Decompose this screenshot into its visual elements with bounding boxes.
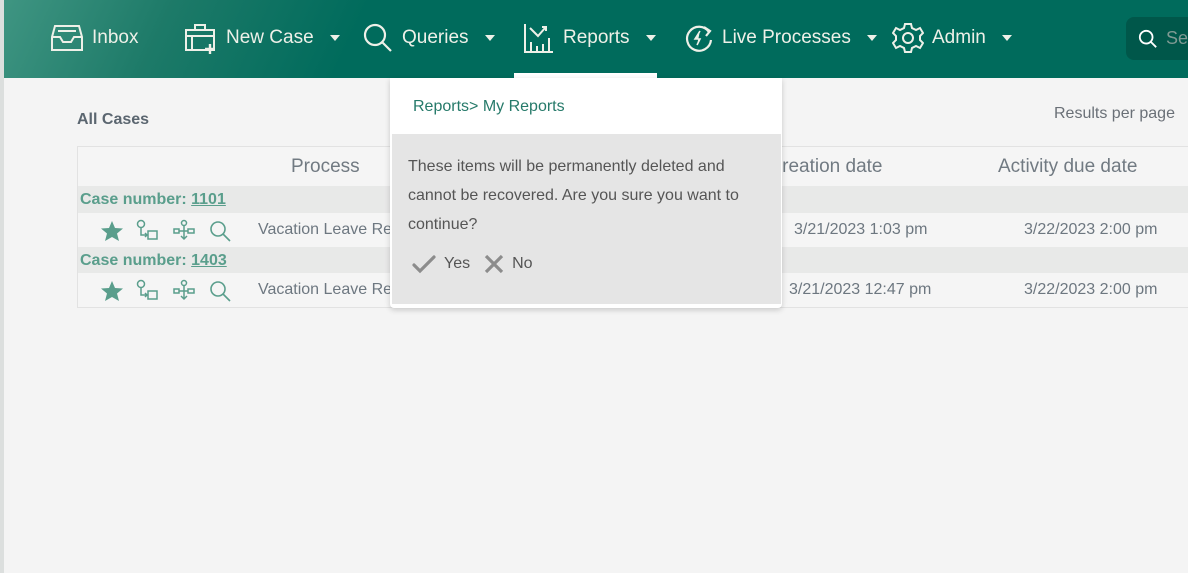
nav-label: Admin bbox=[932, 27, 986, 48]
chevron-down-icon bbox=[866, 35, 877, 41]
activity-flow-icon[interactable] bbox=[136, 219, 160, 243]
case-number-label: Case number: bbox=[80, 252, 192, 269]
creation-date-cell: 3/21/2023 12:47 pm bbox=[789, 281, 932, 298]
case-number-label: Case number: bbox=[80, 191, 192, 208]
due-date-cell: 3/22/2023 2:00 pm bbox=[1024, 221, 1158, 238]
gear-icon bbox=[892, 23, 924, 53]
creation-date-cell: 3/21/2023 1:03 pm bbox=[794, 221, 928, 238]
case-number-link[interactable]: 1101 bbox=[191, 191, 226, 208]
process-map-icon[interactable] bbox=[172, 279, 196, 303]
nav-item-reports[interactable]: Reports bbox=[523, 20, 656, 56]
star-icon[interactable] bbox=[100, 220, 124, 242]
delete-confirmation: These items will be permanently deleted … bbox=[392, 134, 781, 304]
live-process-icon bbox=[685, 25, 713, 52]
no-label: No bbox=[512, 255, 533, 272]
chevron-down-icon bbox=[645, 35, 656, 41]
star-icon[interactable] bbox=[100, 280, 124, 302]
due-date-cell: 3/22/2023 2:00 pm bbox=[1024, 281, 1158, 298]
magnifier-icon[interactable] bbox=[208, 219, 232, 243]
nav-item-queries[interactable]: Queries bbox=[362, 20, 495, 56]
top-navbar: Inbox New Case Queries Reports Live Proc… bbox=[4, 0, 1188, 78]
new-case-icon bbox=[185, 24, 215, 54]
page-title: All Cases bbox=[77, 111, 150, 128]
breadcrumb[interactable]: Reports> My Reports bbox=[413, 98, 565, 116]
nav-label: Reports bbox=[563, 27, 630, 48]
reports-chart-icon bbox=[524, 24, 553, 53]
nav-item-admin[interactable]: Admin bbox=[892, 20, 1012, 56]
activity-flow-icon[interactable] bbox=[136, 279, 160, 303]
close-icon bbox=[484, 254, 504, 274]
yes-button[interactable]: Yes bbox=[412, 254, 470, 274]
chevron-down-icon bbox=[1001, 35, 1012, 41]
case-number-link[interactable]: 1403 bbox=[191, 252, 227, 269]
process-map-icon[interactable] bbox=[172, 219, 196, 243]
chevron-down-icon bbox=[329, 35, 340, 41]
checkmark-icon bbox=[412, 255, 436, 274]
nav-item-live-processes[interactable]: Live Processes bbox=[684, 20, 877, 56]
yes-label: Yes bbox=[444, 255, 471, 272]
nav-label: Live Processes bbox=[722, 27, 851, 48]
global-search[interactable] bbox=[1126, 17, 1188, 60]
column-header-due-date[interactable]: Activity due date bbox=[998, 156, 1137, 178]
search-icon bbox=[1138, 29, 1157, 48]
column-header-process[interactable]: Process bbox=[291, 156, 360, 178]
left-edge-strip bbox=[0, 0, 4, 573]
magnifier-icon[interactable] bbox=[208, 279, 232, 303]
results-per-page-label: Results per page bbox=[1054, 105, 1175, 122]
nav-label: Queries bbox=[402, 27, 469, 48]
search-input[interactable] bbox=[1166, 28, 1188, 49]
nav-label: New Case bbox=[226, 27, 314, 48]
confirmation-message: These items will be permanently deleted … bbox=[408, 158, 739, 233]
nav-item-new-case[interactable]: New Case bbox=[184, 20, 340, 56]
inbox-icon bbox=[51, 25, 83, 51]
reports-dropdown: Reports> My Reports These items will be … bbox=[390, 78, 782, 308]
no-button[interactable]: No bbox=[484, 254, 533, 274]
chevron-down-icon bbox=[484, 35, 495, 41]
nav-item-inbox[interactable]: Inbox bbox=[50, 20, 138, 56]
nav-label: Inbox bbox=[92, 27, 139, 48]
search-icon bbox=[363, 23, 392, 52]
